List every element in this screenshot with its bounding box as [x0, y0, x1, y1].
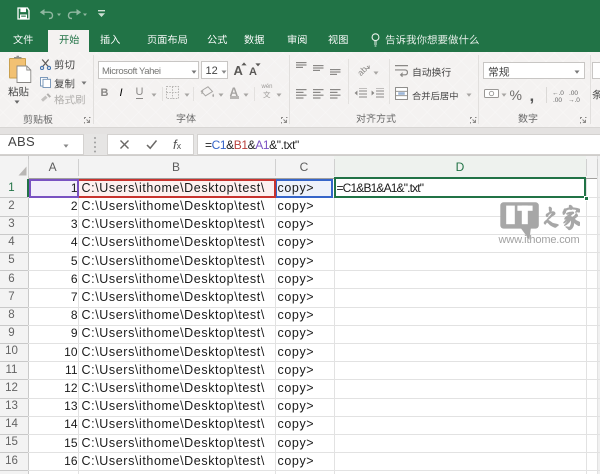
svg-text:←.0: ←.0	[552, 90, 564, 97]
svg-text:.00: .00	[569, 90, 578, 97]
svg-text:→.0: →.0	[568, 97, 580, 102]
svg-text:.00: .00	[553, 97, 562, 102]
